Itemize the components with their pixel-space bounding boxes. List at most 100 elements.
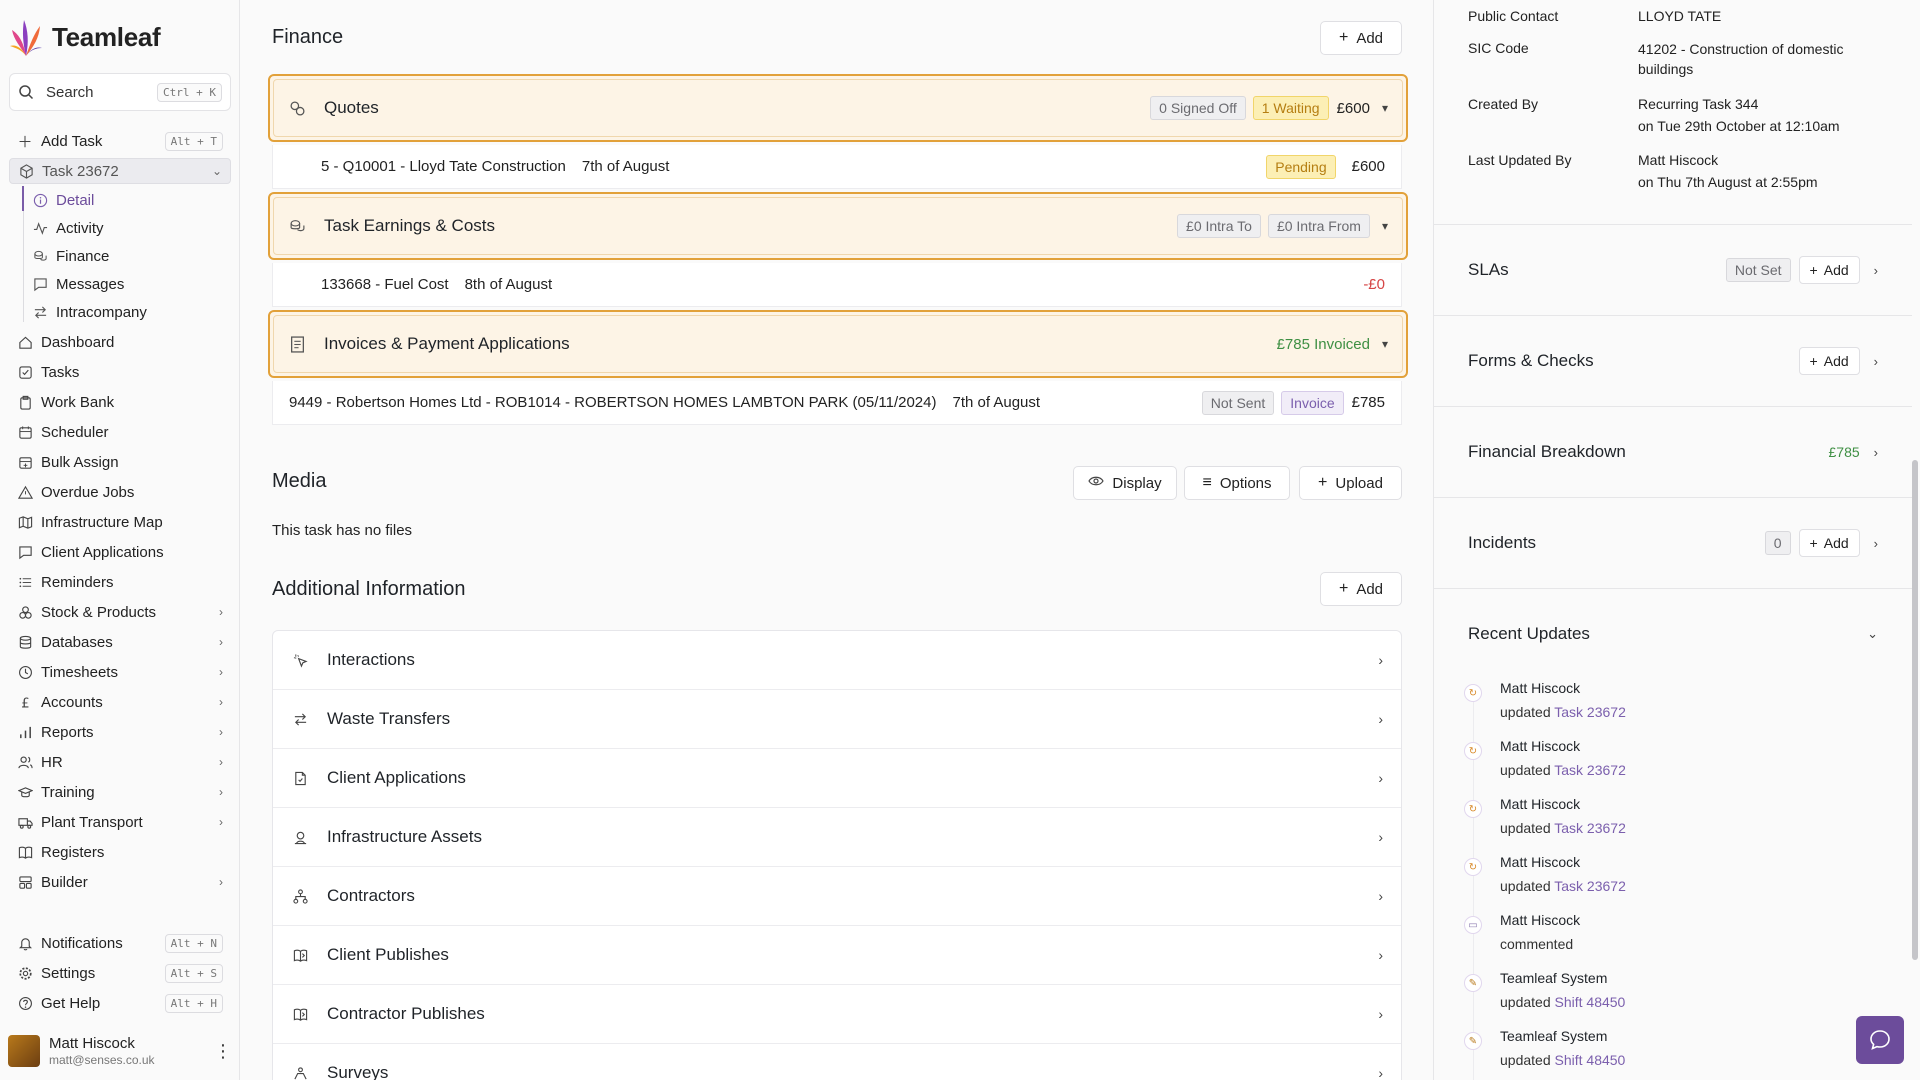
chevron-down-icon[interactable]: ⌄ <box>1867 626 1878 642</box>
plus-icon: + <box>1809 535 1818 551</box>
chat-button[interactable] <box>1856 1016 1904 1064</box>
sidebar-item-overdue-jobs[interactable]: Overdue Jobs <box>9 479 231 505</box>
sidebar-item-hr[interactable]: HR › <box>9 749 231 775</box>
info-icon <box>32 192 48 208</box>
options-button[interactable]: ≡ Options <box>1184 466 1290 500</box>
tab-detail[interactable]: Detail <box>32 188 94 212</box>
add-task-button[interactable]: ＋ Add Task Alt + T <box>9 128 231 154</box>
earnings-group[interactable]: Task Earnings & Costs £0 Intra To £0 Int… <box>268 192 1408 260</box>
scrollbar[interactable] <box>1912 460 1918 960</box>
sidebar-item-tasks[interactable]: Tasks <box>9 359 231 385</box>
sidebar-item-label: Overdue Jobs <box>41 483 135 501</box>
logo[interactable]: Teamleaf <box>10 16 161 58</box>
public-contact-value: LLOYD TATE <box>1638 8 1722 24</box>
tab-messages[interactable]: Messages <box>32 272 124 296</box>
sidebar-item-label: Get Help <box>41 994 101 1012</box>
forms-panel[interactable]: Forms & Checks + Add › <box>1434 343 1912 379</box>
sidebar-item-scheduler[interactable]: Scheduler <box>9 419 231 445</box>
sidebar-item-get-help[interactable]: Get Help Alt + H <box>9 990 231 1016</box>
additional-row-client-publishes[interactable]: Client Publishes › <box>273 926 1401 985</box>
chevron-down-icon[interactable]: ▾ <box>1382 219 1388 233</box>
home-icon <box>17 334 33 350</box>
sidebar-item-registers[interactable]: Registers <box>9 839 231 865</box>
chevron-right-icon: › <box>219 785 223 799</box>
user-profile[interactable]: Matt Hiscock matt@senses.co.uk ⋮ <box>8 1032 232 1070</box>
additional-row-client-applications[interactable]: Client Applications › <box>273 749 1401 808</box>
sidebar-item-plant-transport[interactable]: Plant Transport › <box>9 809 231 835</box>
more-vertical-icon[interactable]: ⋮ <box>214 1041 232 1062</box>
chevron-down-icon[interactable]: ▾ <box>1382 337 1388 351</box>
upload-label: Upload <box>1335 474 1383 492</box>
sla-add-button[interactable]: + Add <box>1798 256 1860 284</box>
display-button[interactable]: Display <box>1073 466 1177 500</box>
sidebar-item-client-applications[interactable]: Client Applications <box>9 539 231 565</box>
finance-add-button[interactable]: + Add <box>1320 21 1402 55</box>
additional-row-surveys[interactable]: Surveys › <box>273 1044 1401 1080</box>
user-pin-icon <box>291 828 309 846</box>
sidebar-item-timesheets[interactable]: Timesheets › <box>9 659 231 685</box>
tab-intracompany[interactable]: Intracompany <box>32 300 147 324</box>
sidebar-item-label: Registers <box>41 843 105 861</box>
chevron-right-icon[interactable]: › <box>1874 354 1878 369</box>
quote-row[interactable]: 5 - Q10001 - Lloyd Tate Construction 7th… <box>272 145 1402 189</box>
display-label: Display <box>1112 474 1162 492</box>
update-link[interactable]: Task 23672 <box>1554 704 1626 720</box>
update-link[interactable]: Task 23672 <box>1554 762 1626 778</box>
sidebar-item-work-bank[interactable]: Work Bank <box>9 389 231 415</box>
status-badge: Pending <box>1266 154 1336 179</box>
additional-row-interactions[interactable]: Interactions › <box>273 631 1401 690</box>
sic-code-value: 41202 - Construction of domestic buildin… <box>1638 41 1844 77</box>
sidebar-item-accounts[interactable]: £ Accounts › <box>9 689 231 715</box>
sidebar-item-task[interactable]: Task 23672 ⌄ <box>9 158 231 184</box>
avatar <box>8 1035 40 1067</box>
financial-breakdown-panel[interactable]: Financial Breakdown £785 › <box>1434 434 1912 470</box>
quotes-group[interactable]: Quotes 0 Signed Off 1 Waiting £600 ▾ <box>268 74 1408 142</box>
quotes-title: Quotes <box>324 98 379 117</box>
pencil-icon: ✎ <box>1464 974 1482 992</box>
invoices-group[interactable]: Invoices & Payment Applications £785 Inv… <box>268 310 1408 378</box>
sidebar-item-reports[interactable]: Reports › <box>9 719 231 745</box>
tab-activity[interactable]: Activity <box>32 216 104 240</box>
chevron-right-icon[interactable]: › <box>1874 536 1878 551</box>
sidebar-item-bulk-assign[interactable]: Bulk Assign <box>9 449 231 475</box>
slas-panel[interactable]: SLAs Not Set + Add › <box>1434 252 1912 288</box>
recent-updates-panel[interactable]: Recent Updates ⌄ <box>1434 616 1912 652</box>
sidebar-item-databases[interactable]: Databases › <box>9 629 231 655</box>
chevron-right-icon[interactable]: › <box>1874 445 1878 460</box>
incidents-add-button[interactable]: + Add <box>1798 529 1860 557</box>
additional-row-waste-transfers[interactable]: Waste Transfers › <box>273 690 1401 749</box>
incidents-panel[interactable]: Incidents 0 + Add › <box>1434 525 1912 561</box>
update-link[interactable]: Task 23672 <box>1554 820 1626 836</box>
chevron-right-icon: › <box>219 635 223 649</box>
sidebar-item-infrastructure-map[interactable]: Infrastructure Map <box>9 509 231 535</box>
invoice-row[interactable]: 9449 - Robertson Homes Ltd - ROB1014 - R… <box>272 381 1402 425</box>
sidebar-item-builder[interactable]: Builder › <box>9 869 231 895</box>
chevron-down-icon[interactable]: ⌄ <box>212 164 222 178</box>
sidebar-item-training[interactable]: Training › <box>9 779 231 805</box>
update-verb: updated <box>1500 704 1551 720</box>
warning-icon <box>17 484 33 500</box>
book-icon <box>17 844 33 860</box>
sidebar-item-reminders[interactable]: Reminders <box>9 569 231 595</box>
search-input[interactable]: Search Ctrl + K <box>9 73 231 111</box>
sidebar-item-dashboard[interactable]: Dashboard <box>9 329 231 355</box>
chevron-right-icon[interactable]: › <box>1874 263 1878 278</box>
plus-icon: ＋ <box>17 133 33 151</box>
right-panel: Public Contact LLOYD TATE SIC Code 41202… <box>1433 0 1920 1080</box>
upload-button[interactable]: + Upload <box>1299 466 1402 500</box>
additional-add-button[interactable]: + Add <box>1320 572 1402 606</box>
additional-row-contractor-publishes[interactable]: Contractor Publishes › <box>273 985 1401 1044</box>
sidebar-item-settings[interactable]: Settings Alt + S <box>9 960 231 986</box>
sidebar-item-stock-products[interactable]: Stock & Products › <box>9 599 231 625</box>
sidebar-item-notifications[interactable]: Notifications Alt + N <box>9 930 231 956</box>
forms-add-button[interactable]: + Add <box>1798 347 1860 375</box>
additional-row-contractors[interactable]: Contractors › <box>273 867 1401 926</box>
tab-finance[interactable]: Finance <box>32 244 109 268</box>
update-link[interactable]: Shift 48450 <box>1555 1052 1626 1068</box>
earnings-row[interactable]: 133668 - Fuel Cost 8th of August -£0 <box>272 263 1402 307</box>
chevron-down-icon[interactable]: ▾ <box>1382 101 1388 115</box>
update-link[interactable]: Shift 48450 <box>1555 994 1626 1010</box>
list-item: ✎ Teamleaf System updated Shift 48450 <box>1464 1028 1884 1076</box>
update-link[interactable]: Task 23672 <box>1554 878 1626 894</box>
additional-row-infrastructure-assets[interactable]: Infrastructure Assets › <box>273 808 1401 867</box>
